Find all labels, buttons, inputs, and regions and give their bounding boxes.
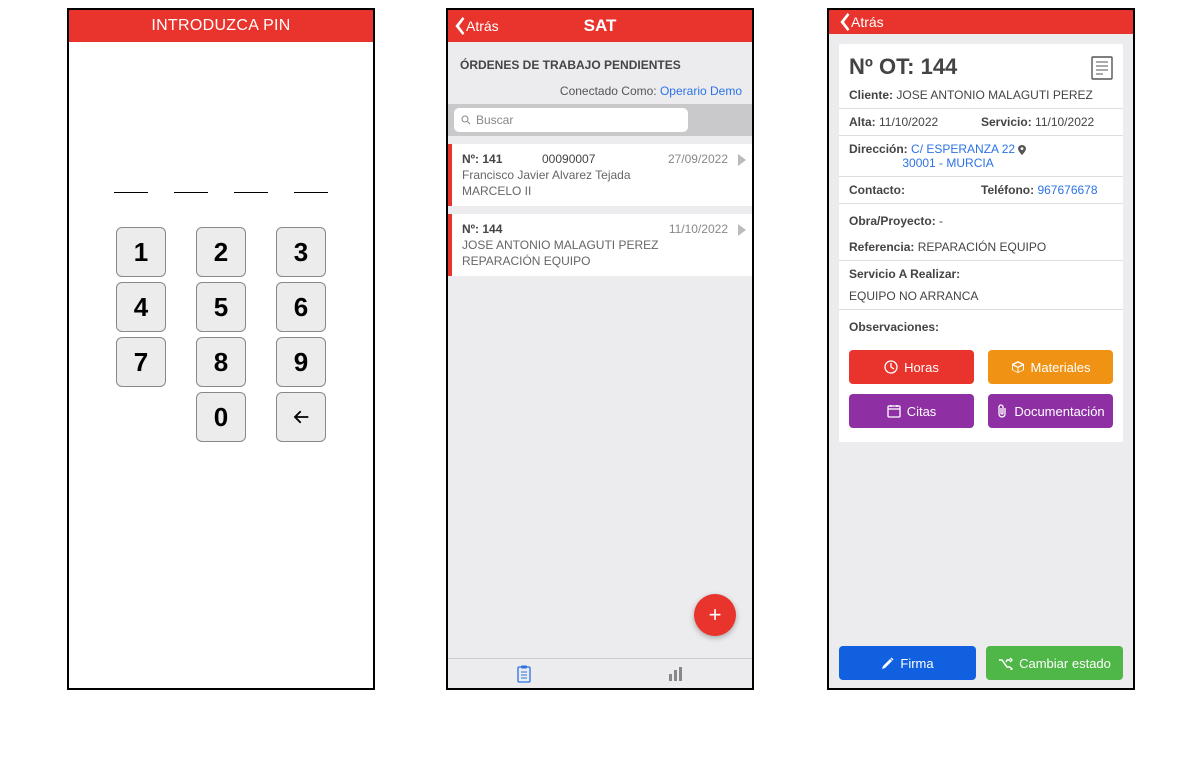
navbar: Atrás SAT: [448, 10, 752, 42]
order-ref: REPARACIÓN EQUIPO: [462, 254, 744, 268]
calendar-icon: [887, 404, 901, 418]
client-value: JOSE ANTONIO MALAGUTI PEREZ: [896, 88, 1092, 102]
clipboard-icon: [516, 665, 532, 683]
key-backspace[interactable]: [276, 392, 326, 442]
key-0[interactable]: 0: [196, 392, 246, 442]
order-code: [542, 222, 669, 236]
search-placeholder: Buscar: [476, 113, 513, 127]
referencia-value: REPARACIÓN EQUIPO: [918, 240, 1046, 254]
sign-button[interactable]: Firma: [839, 646, 976, 680]
chevron-left-icon: [452, 17, 466, 35]
order-code: 00090007: [542, 152, 668, 166]
section-title: ÓRDENES DE TRABAJO PENDIENTES: [448, 42, 752, 76]
search-icon: [460, 114, 472, 126]
connected-user-link[interactable]: Operario Demo: [660, 84, 742, 98]
box-icon: [1011, 360, 1025, 374]
search-input[interactable]: Buscar: [454, 108, 688, 132]
footer-actions: Firma Cambiar estado: [829, 638, 1133, 688]
paperclip-icon: [996, 404, 1008, 418]
bar-chart-icon: [668, 667, 684, 681]
pin-header: INTRODUZCA PIN: [69, 10, 373, 42]
order-list-item[interactable]: Nº: 141 00090007 27/09/2022 Francisco Ja…: [448, 144, 752, 206]
shuffle-icon: [998, 657, 1013, 670]
order-list-item[interactable]: Nº: 144 11/10/2022 JOSE ANTONIO MALAGUTI…: [448, 214, 752, 276]
order-card: Nº OT: 144 Cliente: JOSE ANTONIO MALAGUT…: [839, 44, 1123, 442]
servicio-value: 11/10/2022: [1035, 115, 1094, 129]
keypad: 1 2 3 4 5 6 7 8 9 0: [69, 227, 373, 442]
key-4[interactable]: 4: [116, 282, 166, 332]
back-label: Atrás: [851, 14, 884, 30]
back-button[interactable]: Atrás: [833, 13, 884, 31]
tabbar: [448, 658, 752, 688]
clock-icon: [884, 360, 898, 374]
alta-value: 11/10/2022: [879, 115, 938, 129]
tab-orders[interactable]: [448, 659, 600, 688]
key-6[interactable]: 6: [276, 282, 326, 332]
navbar: Atrás: [829, 10, 1133, 34]
pencil-icon: [881, 657, 894, 670]
pin-screen: INTRODUZCA PIN 1 2 3 4 5 6 7 8 9 0: [67, 8, 375, 690]
hours-button[interactable]: Horas: [849, 350, 974, 384]
order-client: JOSE ANTONIO MALAGUTI PEREZ: [462, 238, 744, 252]
pin-slots: [69, 192, 373, 193]
order-number: Nº: 144: [462, 222, 542, 236]
phone-link[interactable]: 967676678: [1037, 183, 1097, 197]
chevron-right-icon: [738, 154, 746, 169]
change-status-button[interactable]: Cambiar estado: [986, 646, 1123, 680]
key-5[interactable]: 5: [196, 282, 246, 332]
orders-list-screen: Atrás SAT ÓRDENES DE TRABAJO PENDIENTES …: [446, 8, 754, 690]
document-icon[interactable]: [1091, 56, 1113, 83]
back-button[interactable]: Atrás: [448, 17, 499, 35]
map-pin-icon: [1018, 145, 1026, 155]
key-2[interactable]: 2: [196, 227, 246, 277]
order-detail-screen: Atrás Nº OT: 144 Cliente: JOSE ANTONIO M…: [827, 8, 1135, 690]
order-date: 11/10/2022: [669, 222, 728, 236]
key-1[interactable]: 1: [116, 227, 166, 277]
chevron-right-icon: [738, 224, 746, 239]
chevron-left-icon: [837, 13, 851, 31]
obra-value: -: [939, 214, 943, 228]
order-client: Francisco Javier Alvarez Tejada: [462, 168, 744, 182]
search-bar: Buscar: [448, 104, 752, 136]
key-9[interactable]: 9: [276, 337, 326, 387]
appointments-button[interactable]: Citas: [849, 394, 974, 428]
documentation-button[interactable]: Documentación: [988, 394, 1113, 428]
add-button[interactable]: +: [694, 594, 736, 636]
connected-as: Conectado Como: Operario Demo: [448, 76, 752, 104]
backspace-icon: [290, 406, 312, 428]
order-ref: MARCELO II: [462, 184, 744, 198]
servicio-realizar-value: EQUIPO NO ARRANCA: [839, 287, 1123, 310]
key-8[interactable]: 8: [196, 337, 246, 387]
order-date: 27/09/2022: [668, 152, 728, 166]
order-title: Nº OT: 144: [839, 44, 1123, 82]
key-3[interactable]: 3: [276, 227, 326, 277]
back-label: Atrás: [466, 18, 499, 34]
materials-button[interactable]: Materiales: [988, 350, 1113, 384]
tab-stats[interactable]: [600, 659, 752, 688]
key-7[interactable]: 7: [116, 337, 166, 387]
order-number: Nº: 141: [462, 152, 542, 166]
